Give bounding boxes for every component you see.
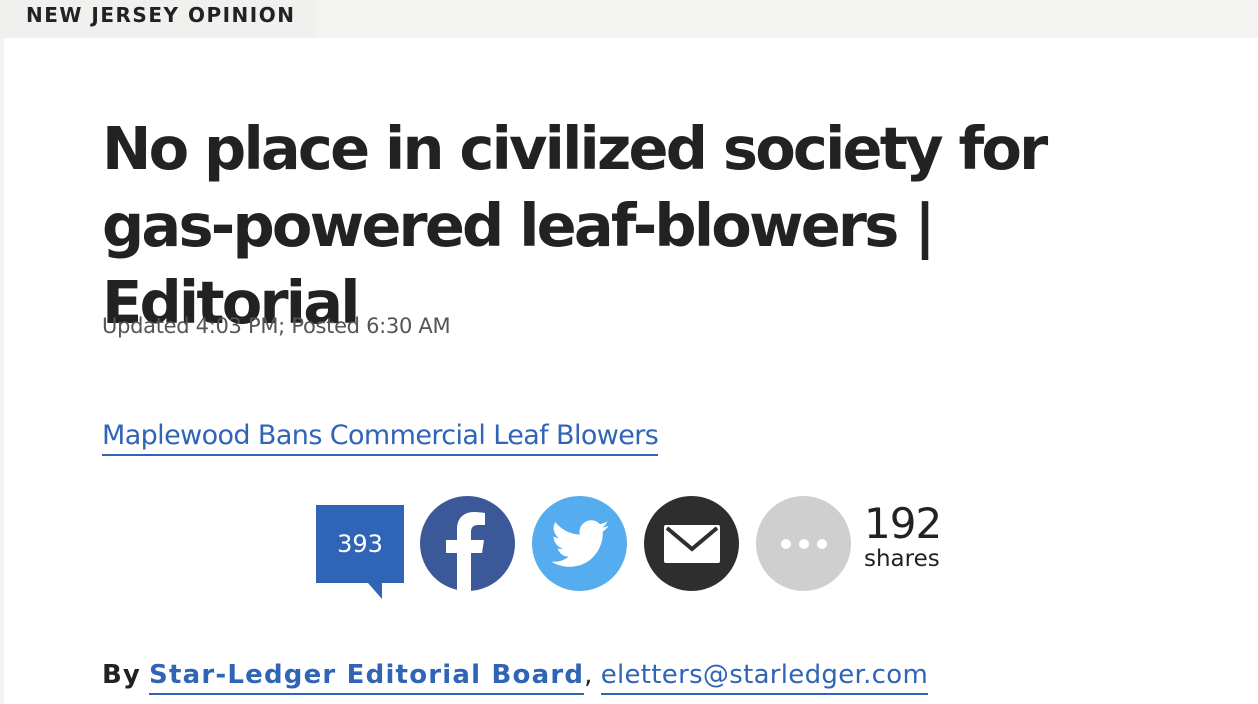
byline-prefix: By	[102, 660, 141, 690]
article-timestamp: Updated 4:03 PM; Posted 6:30 AM	[102, 314, 451, 338]
more-share-button[interactable]	[756, 496, 851, 591]
mail-icon	[663, 524, 720, 563]
byline-separator: ,	[584, 660, 593, 690]
section-label[interactable]: NEW JERSEY OPINION	[0, 0, 316, 38]
comment-bubble-tail	[368, 583, 382, 599]
twitter-share-button[interactable]	[532, 496, 627, 591]
article-headline: No place in civilized society for gas-po…	[102, 114, 1048, 337]
more-icon	[780, 538, 827, 549]
email-share-button[interactable]	[644, 496, 739, 591]
facebook-share-button[interactable]	[420, 496, 515, 591]
share-count-label: shares	[864, 546, 940, 572]
author-email-link[interactable]: eletters@starledger.com	[600, 660, 929, 695]
byline: By Star-Ledger Editorial Board, eletters…	[102, 660, 929, 695]
related-article-link[interactable]: Maplewood Bans Commercial Leaf Blowers	[102, 420, 659, 456]
twitter-icon	[550, 519, 609, 567]
share-count-number: 192	[864, 499, 942, 548]
facebook-icon	[446, 512, 485, 591]
author-link[interactable]: Star-Ledger Editorial Board	[149, 660, 585, 695]
share-count: 192 shares	[864, 499, 942, 573]
comments-button[interactable]: 393	[316, 505, 404, 599]
comments-count: 393	[337, 530, 383, 558]
